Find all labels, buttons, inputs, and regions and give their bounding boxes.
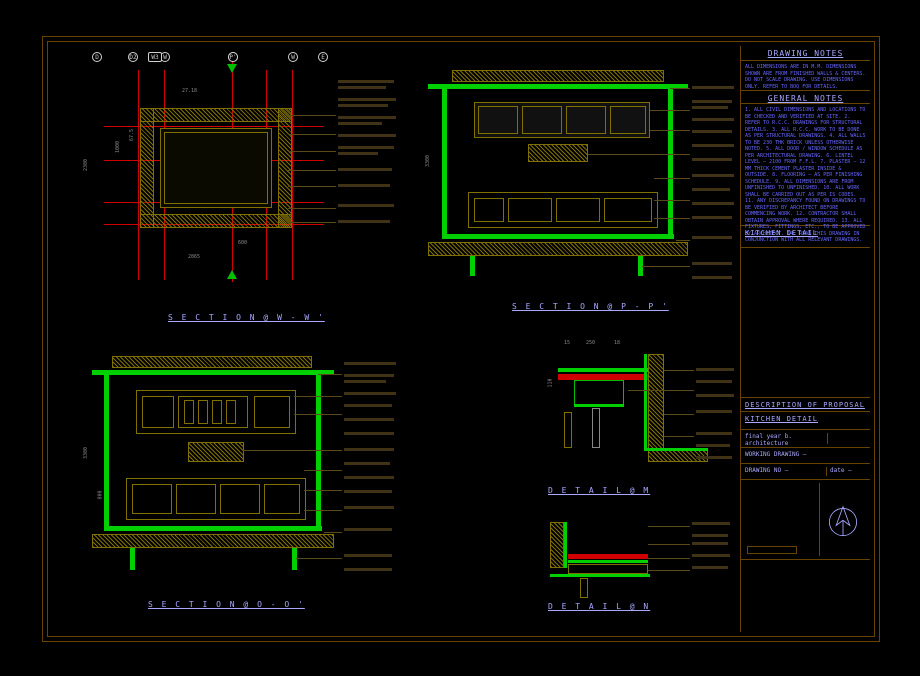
title-block: DRAWING NOTES ALL DIMENSIONS ARE IN M.M.… — [740, 46, 870, 632]
general-notes-heading: GENERAL NOTES — [745, 94, 866, 103]
drawing-notes-body: ALL DIMENSIONS ARE IN M.M. DIMENSIONS SH… — [745, 64, 866, 90]
grid-bubble-e: E — [318, 52, 328, 62]
grid-bubble-p2: P' — [228, 52, 238, 62]
grid-bubble-d2: D2 — [128, 52, 138, 62]
dim-110: 110 — [548, 378, 554, 387]
dim-250: 250 — [586, 340, 595, 346]
section-oo: 3300 800 — [78, 342, 408, 602]
general-notes-body: 1. ALL CIVIL DIMENSIONS AND LOCATIONS TO… — [745, 107, 866, 244]
dim-3300-pp: 3300 — [425, 155, 431, 167]
dim-1000: 1000 — [115, 141, 121, 153]
section-ww-title: S E C T I O N @ W - W ' — [168, 313, 325, 322]
grid-bubble-w3: W3 — [148, 52, 162, 62]
drawing-no-label: DRAWING NO — — [745, 467, 826, 476]
detail-n-title: D E T A I L @ N — [548, 602, 650, 611]
dim-15: 15 — [564, 340, 570, 346]
north-arrow-icon — [826, 505, 860, 539]
dim-18: 18 — [614, 340, 620, 346]
dim-3300-oo: 3300 — [83, 447, 89, 459]
detail-m-title: D E T A I L @ M — [548, 486, 650, 495]
drawing-notes-heading: DRAWING NOTES — [745, 49, 866, 58]
section-pp-title: S E C T I O N @ P - P ' — [512, 302, 669, 311]
section-ww: P P' D D2 E W W W3 2300 1000 67.5 27.18 … — [78, 52, 408, 322]
date-label: date — — [826, 467, 866, 476]
section-oo-title: S E C T I O N @ O - O ' — [148, 600, 305, 609]
description-heading: DESCRIPTION OF PROPOSAL — [745, 401, 866, 409]
working-drawing-label: WORKING DRAWING — — [745, 451, 866, 458]
dim-800: 800 — [98, 490, 104, 499]
dim-2300: 2300 — [83, 159, 89, 171]
grid-bubble-w: W — [288, 52, 298, 62]
section-pp: 3300 — [428, 58, 738, 308]
dim-600: 600 — [238, 240, 247, 246]
grid-bubble-d: D — [92, 52, 102, 62]
drawing-sheet-border: DRAWING NOTES ALL DIMENSIONS ARE IN M.M.… — [42, 36, 880, 642]
detail-m: 15 250 18 110 — [488, 340, 738, 490]
dim-675: 67.5 — [129, 129, 135, 141]
dim-2718: 27.18 — [182, 88, 197, 94]
description-value: KITCHEN DETAIL — [745, 415, 866, 423]
drawing-inner-border: DRAWING NOTES ALL DIMENSIONS ARE IN M.M.… — [47, 41, 875, 637]
detail-n — [488, 512, 738, 612]
course-label: final year b. architecture — [745, 433, 828, 444]
dim-2865: 2865 — [188, 254, 200, 260]
